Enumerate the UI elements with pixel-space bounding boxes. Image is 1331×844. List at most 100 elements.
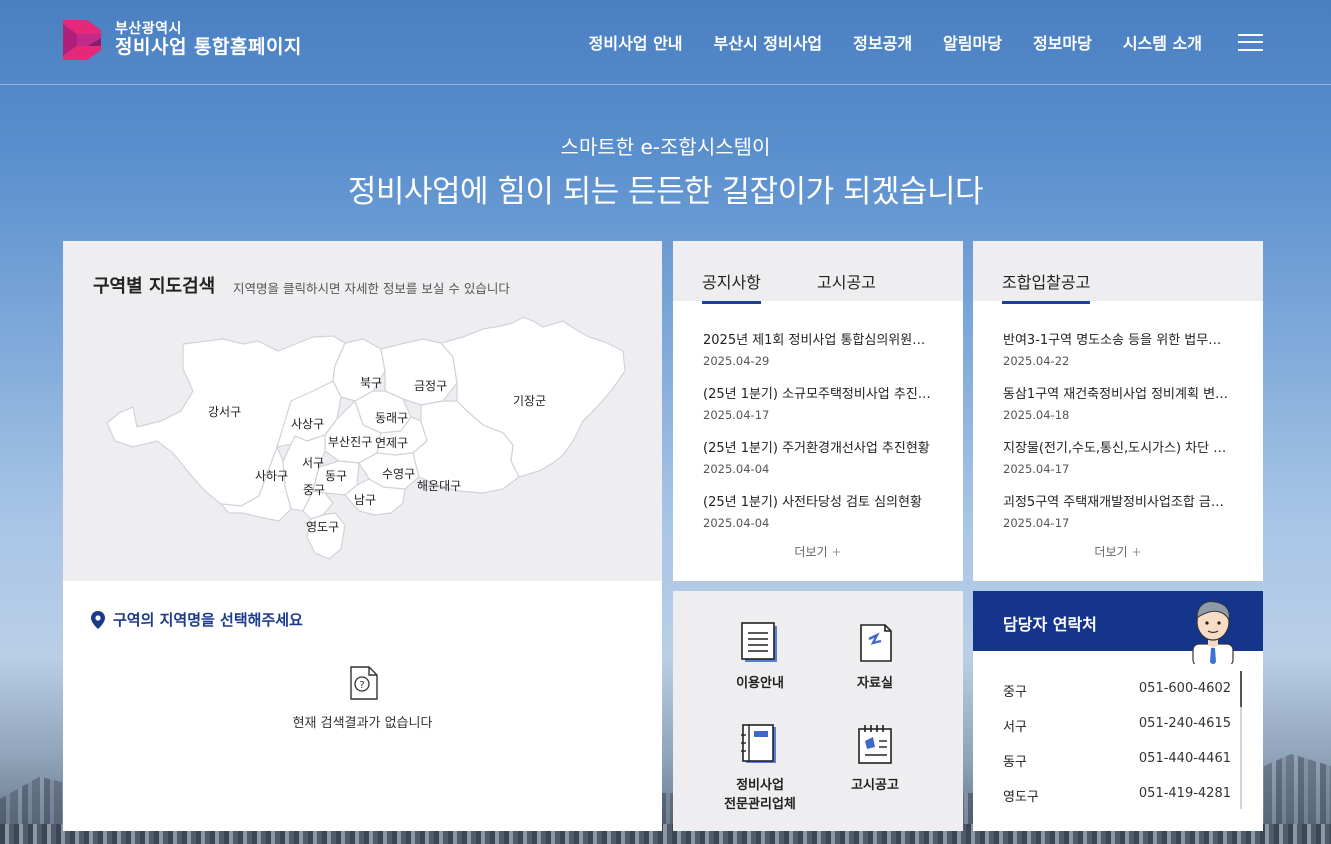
list-item-date: 2025.04-04: [703, 462, 770, 476]
list-item-title: 지장물(전기,수도,통신,도시가스) 차단 및 철거 용역 입찰공고: [1003, 441, 1233, 456]
quick-link-label: 자료실: [857, 676, 893, 691]
district-label-suyeong: 수영구: [382, 467, 415, 481]
bid-list: 반여3-1구역 명도소송 등을 위한 법무법인 선정 입찰공고 2025.04-…: [1003, 329, 1233, 545]
list-item[interactable]: (25년 1분기) 소규모주택정비사업 추진현황 2025.04-17: [703, 383, 933, 437]
notebook-icon: [741, 724, 776, 763]
contact-phone: 051-240-4615: [1138, 716, 1231, 731]
result-empty-message: 현재 검색결과가 없습니다: [292, 716, 433, 731]
district-label-seo: 서구: [302, 456, 324, 470]
hero-subtitle: 스마트한 e-조합시스템이: [560, 135, 771, 159]
contact-phone: 051-419-4281: [1138, 786, 1231, 801]
list-item-date: 2025.04-18: [1003, 408, 1070, 422]
district-label-sasang: 사상구: [291, 417, 324, 431]
contact-district: 서구: [1003, 720, 1027, 735]
contact-district: 동구: [1003, 755, 1027, 770]
district-label-buk: 북구: [360, 376, 382, 390]
list-item-date: 2025.04-17: [1003, 462, 1070, 476]
tab-announcement[interactable]: 고시공고: [817, 269, 876, 301]
list-item-title: 반여3-1구역 명도소송 등을 위한 법무법인 선정 입찰공고: [1003, 333, 1233, 348]
tab-bid-notice[interactable]: 조합입찰공고: [1002, 269, 1091, 304]
site-header: 부산광역시 정비사업 통합홈페이지 정비사업 안내 부산시 정비사업 정보공개 …: [0, 0, 1331, 85]
plus-icon: +: [831, 545, 842, 559]
nav-item-disclosure[interactable]: 정보공개: [853, 30, 912, 54]
scrollbar-thumb[interactable]: [1240, 671, 1242, 707]
list-item-title: (25년 1분기) 사전타당성 검토 심의현황: [703, 495, 922, 510]
quick-link-label: 이용안내: [736, 676, 784, 691]
district-label-jung: 중구: [303, 483, 325, 497]
folder-file-icon: [860, 624, 892, 662]
district-label-nam: 남구: [354, 493, 376, 507]
tab-notice[interactable]: 공지사항: [702, 269, 761, 304]
hamburger-menu-icon[interactable]: [1238, 33, 1263, 51]
contact-panel: 담당자 연락처 중구 051-600-4602 서구 051-240-4615 …: [973, 591, 1263, 831]
document-list-icon: [741, 622, 777, 662]
site-logo[interactable]: 부산광역시 정비사업 통합홈페이지: [63, 20, 302, 60]
district-label-busanjin: 부산진구: [328, 435, 372, 449]
district-label-dong: 동구: [325, 469, 347, 483]
contact-list: 중구 051-600-4602 서구 051-240-4615 동구 051-4…: [1003, 681, 1231, 821]
nav-item-system[interactable]: 시스템 소개: [1123, 30, 1202, 54]
list-item-date: 2025.04-22: [1003, 354, 1070, 368]
notice-panel: 공지사항 고시공고 2025년 제1회 정비사업 통합심의위원회 개최 결과 2…: [673, 241, 963, 581]
list-item-date: 2025.04-04: [703, 516, 770, 530]
quick-link-label-line1: 정비사업: [736, 778, 784, 793]
list-item[interactable]: 지장물(전기,수도,통신,도시가스) 차단 및 철거 용역 입찰공고 2025.…: [1003, 437, 1233, 491]
busan-logo-icon: [63, 20, 101, 60]
list-item[interactable]: 2025년 제1회 정비사업 통합심의위원회 개최 결과 2025.04-29: [703, 329, 933, 383]
list-item-date: 2025.04-29: [703, 354, 770, 368]
staff-avatar-icon: [1192, 601, 1234, 664]
nav-item-info[interactable]: 정보마당: [1033, 30, 1092, 54]
district-label-gijang: 기장군: [513, 394, 546, 408]
list-item[interactable]: 반여3-1구역 명도소송 등을 위한 법무법인 선정 입찰공고 2025.04-…: [1003, 329, 1233, 383]
bid-tab-bar: 조합입찰공고: [973, 241, 1263, 304]
quick-link-label-line2: 전문관리업체: [724, 796, 796, 812]
list-item-title: 괴정5구역 주택재개발정비사업조합 금융기관 선정 입찰공고: [1003, 495, 1233, 510]
more-label: 더보기: [1094, 545, 1128, 559]
notice-more-link[interactable]: 더보기 +: [673, 543, 963, 560]
svg-text:?: ?: [359, 680, 364, 691]
main-nav: 정비사업 안내 부산시 정비사업 정보공개 알림마당 정보마당 시스템 소개: [558, 30, 1263, 54]
notice-tab-bar: 공지사항 고시공고: [673, 241, 963, 304]
nav-item-busan-projects[interactable]: 부산시 정비사업: [714, 30, 823, 54]
list-item-title: 2025년 제1회 정비사업 통합심의위원회 개최 결과: [703, 333, 933, 348]
quick-link-archive[interactable]: 자료실: [815, 621, 935, 694]
quick-links-panel: 이용안내 자료실 정비사업 전문관리업체 고시공고: [673, 591, 963, 831]
district-label-geumjeong: 금정구: [414, 379, 447, 393]
logo-subtitle: 부산광역시: [115, 21, 182, 38]
list-item[interactable]: (25년 1분기) 주거환경개선사업 추진현황 2025.04-04: [703, 437, 933, 491]
bid-more-link[interactable]: 더보기 +: [973, 543, 1263, 560]
district-label-dongnae: 동래구: [375, 411, 408, 425]
bid-notice-panel: 조합입찰공고 반여3-1구역 명도소송 등을 위한 법무법인 선정 입찰공고 2…: [973, 241, 1263, 581]
logo-title: 정비사업 통합홈페이지: [115, 36, 302, 59]
contact-title: 담당자 연락처: [1003, 615, 1097, 634]
district-label-yeongdo: 영도구: [306, 520, 339, 534]
table-row: 서구 051-240-4615: [1003, 716, 1231, 751]
location-pin-icon: [91, 610, 105, 629]
district-label-gangseo: 강서구: [208, 405, 241, 419]
district-label-saha: 사하구: [255, 469, 288, 483]
calendar-notice-icon: [858, 725, 892, 764]
district-label-yeonje: 연제구: [375, 436, 408, 450]
nav-item-guide[interactable]: 정비사업 안내: [589, 30, 683, 54]
contact-phone: 051-600-4602: [1138, 681, 1231, 696]
quick-link-guide[interactable]: 이용안내: [700, 621, 820, 694]
hero-title: 정비사업에 힘이 되는 든든한 길잡이가 되겠습니다: [347, 174, 984, 210]
contact-district: 중구: [1003, 685, 1027, 700]
list-item-title: (25년 1분기) 주거환경개선사업 추진현황: [703, 441, 930, 456]
quick-link-label: 고시공고: [851, 778, 899, 793]
result-title-text: 구역의 지역명을 선택해주세요: [113, 611, 303, 629]
result-title: 구역의 지역명을 선택해주세요: [91, 609, 303, 630]
nav-item-notice[interactable]: 알림마당: [943, 30, 1002, 54]
list-item[interactable]: (25년 1분기) 사전타당성 검토 심의현황 2025.04-04: [703, 491, 933, 545]
table-row: 중구 051-600-4602: [1003, 681, 1231, 716]
list-item-title: (25년 1분기) 소규모주택정비사업 추진현황: [703, 387, 933, 402]
list-item-date: 2025.04-17: [703, 408, 770, 422]
list-item[interactable]: 괴정5구역 주택재개발정비사업조합 금융기관 선정 입찰공고 2025.04-1…: [1003, 491, 1233, 545]
quick-link-management-companies[interactable]: 정비사업 전문관리업체: [700, 723, 820, 815]
quick-link-announcement[interactable]: 고시공고: [815, 723, 935, 796]
contact-scrollbar[interactable]: [1240, 671, 1242, 809]
table-row: 영도구 051-419-4281: [1003, 786, 1231, 821]
busan-district-map[interactable]: 강서구 북구 금정구 기장군 사상구 동래구 부산진구 연제구 서구 사하구 동…: [63, 241, 662, 581]
list-item[interactable]: 동삼1구역 재건축정비사업 정비계획 변경 용역 입찰공고 2025.04-18: [1003, 383, 1233, 437]
list-item-title: 동삼1구역 재건축정비사업 정비계획 변경 용역 입찰공고: [1003, 387, 1233, 402]
